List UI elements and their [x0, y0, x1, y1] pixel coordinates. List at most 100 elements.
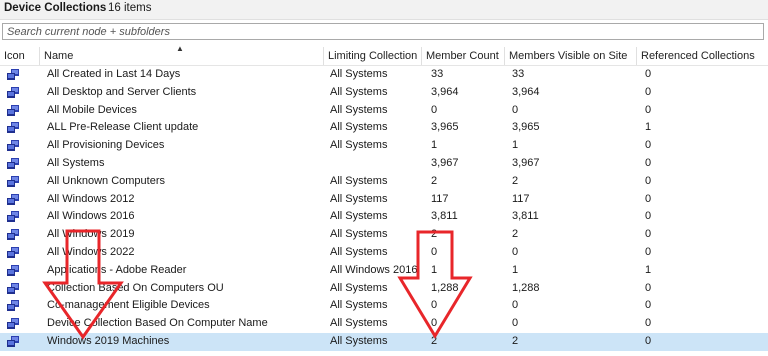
cell-name: All Provisioning Devices [47, 139, 165, 152]
cell-members-visible: 3,811 [512, 210, 539, 223]
cell-limiting-collection: All Systems [330, 174, 388, 187]
device-collection-icon [6, 104, 20, 117]
cell-referenced-collections: 0 [645, 299, 652, 312]
cell-member-count: 1 [431, 139, 438, 152]
device-collection-icon [6, 175, 20, 188]
cell-referenced-collections: 0 [645, 210, 652, 223]
device-collection-icon [6, 264, 20, 277]
cell-limiting-collection: All Systems [330, 103, 388, 116]
table-row[interactable]: All Windows 2022 All Systems 0 0 0 [0, 244, 768, 262]
table-row[interactable]: All Windows 2012 All Systems 117 117 0 [0, 191, 768, 209]
cell-name: All Windows 2016 [47, 210, 135, 223]
cell-referenced-collections: 0 [645, 103, 652, 116]
cell-referenced-collections: 0 [645, 156, 652, 169]
cell-referenced-collections: 0 [645, 317, 652, 330]
cell-limiting-collection: All Systems [330, 317, 388, 330]
table-row[interactable]: All Windows 2019 All Systems 2 2 0 [0, 226, 768, 244]
cell-limiting-collection: All Systems [330, 334, 388, 347]
table-row[interactable]: Collection Based On Computers OU All Syst… [0, 280, 768, 298]
cell-members-visible: 3,964 [512, 85, 540, 98]
cell-members-visible: 2 [512, 174, 519, 187]
table-row[interactable]: ALL Pre-Release Client update All Systems… [0, 119, 768, 137]
cell-referenced-collections: 1 [645, 263, 652, 276]
cell-members-visible: 3,967 [512, 156, 540, 169]
cell-referenced-collections: 1 [645, 121, 652, 134]
table-row[interactable]: All Provisioning Devices All Systems 1 1 0 [0, 137, 768, 155]
cell-member-count: 0 [431, 245, 438, 258]
cell-referenced-collections: 0 [645, 174, 652, 187]
cell-referenced-collections: 0 [645, 334, 652, 347]
table-row[interactable]: Applications - Adobe Reader All Windows 2… [0, 262, 768, 280]
cell-limiting-collection: All Systems [330, 281, 388, 294]
cell-member-count: 0 [431, 103, 438, 116]
device-collection-icon [6, 140, 20, 152]
device-collection-icon [6, 193, 20, 206]
pane-title: Device Collections [4, 2, 107, 14]
device-collection-icon [6, 335, 20, 348]
cell-referenced-collections: 0 [645, 192, 652, 205]
cell-referenced-collections: 0 [645, 228, 652, 241]
cell-name: All Created in Last 14 Days [47, 68, 181, 80]
cell-members-visible: 0 [512, 317, 519, 330]
pane-title-bar: Device Collections 16 items [0, 0, 768, 20]
cell-referenced-collections: 0 [645, 85, 652, 98]
table-row[interactable]: All Desktop and Server Clients All System… [0, 84, 768, 102]
table-row[interactable]: All Windows 2016 All Systems 3,811 3,811 0 [0, 208, 768, 226]
cell-name: All Unknown Computers [47, 174, 165, 187]
table-row[interactable]: Device Collection Based On Computer Name… [0, 315, 768, 333]
sort-ascending-icon: ▲ [176, 44, 184, 53]
cell-members-visible: 0 [512, 103, 519, 116]
cell-member-count: 2 [431, 228, 438, 241]
cell-members-visible: 3,965 [512, 121, 540, 134]
device-collection-icon [6, 122, 20, 134]
table-row[interactable]: Co-management Eligible Devices All System… [0, 297, 768, 315]
cell-member-count: 2 [431, 174, 438, 187]
cell-name: ALL Pre-Release Client update [47, 121, 199, 134]
search-box[interactable] [2, 23, 768, 40]
table-row[interactable]: All Mobile Devices All Systems 0 0 0 [0, 102, 768, 120]
cell-name: Windows 2019 Machines [47, 334, 170, 347]
item-count: 16 items [108, 2, 152, 14]
cell-name: All Windows 2019 [47, 228, 135, 241]
device-collection-icon [6, 318, 20, 330]
column-header-icon[interactable]: Icon [0, 47, 40, 65]
table-row[interactable]: All Systems 3,967 3,967 0 [0, 155, 768, 173]
cell-member-count: 117 [431, 192, 449, 205]
cell-name: All Desktop and Server Clients [47, 85, 197, 98]
cell-member-count: 3,967 [431, 156, 459, 169]
cell-member-count: 3,811 [431, 210, 458, 223]
column-header-name-label: Name [44, 50, 74, 62]
column-header-limiting-collection[interactable]: Limiting Collection [324, 47, 422, 65]
table-row[interactable]: All Created in Last 14 Days All Systems 33… [0, 66, 768, 84]
search-input[interactable] [3, 24, 768, 39]
table-row[interactable]: Windows 2019 Machines All Systems 2 2 0 [0, 332, 768, 351]
cell-limiting-collection: All Systems [330, 192, 388, 205]
cell-members-visible: 1 [512, 139, 519, 152]
column-header-referenced-collections[interactable]: Referenced Collections [637, 47, 768, 65]
cell-members-visible: 2 [512, 334, 519, 347]
cell-name: All Windows 2022 [47, 245, 135, 258]
cell-limiting-collection: All Systems [330, 121, 388, 134]
cell-limiting-collection: All Systems [330, 245, 388, 258]
cell-limiting-collection: All Systems [330, 228, 388, 241]
cell-members-visible: 33 [512, 68, 525, 80]
device-collection-icon [6, 300, 20, 312]
cell-limiting-collection: All Systems [330, 139, 388, 152]
device-collection-icon [6, 157, 20, 170]
cell-member-count: 2 [431, 334, 438, 347]
cell-member-count: 3,964 [431, 85, 459, 98]
device-collection-icon [6, 69, 20, 81]
cell-name: Collection Based On Computers OU [47, 281, 224, 294]
cell-name: All Mobile Devices [47, 103, 137, 116]
cell-referenced-collections: 0 [645, 245, 652, 258]
column-header-member-count[interactable]: Member Count [422, 47, 505, 65]
cell-name: Applications - Adobe Reader [47, 263, 187, 276]
table-row[interactable]: All Unknown Computers All Systems 2 2 0 [0, 173, 768, 191]
column-header-members-visible[interactable]: Members Visible on Site [505, 47, 637, 65]
cell-member-count: 1 [431, 263, 438, 276]
cell-member-count: 0 [431, 317, 438, 330]
cell-limiting-collection: All Systems [330, 299, 388, 312]
collection-list: All Created in Last 14 Days All Systems 33… [0, 66, 768, 351]
cell-member-count: 33 [431, 68, 444, 80]
cell-name: Co-management Eligible Devices [47, 299, 210, 312]
